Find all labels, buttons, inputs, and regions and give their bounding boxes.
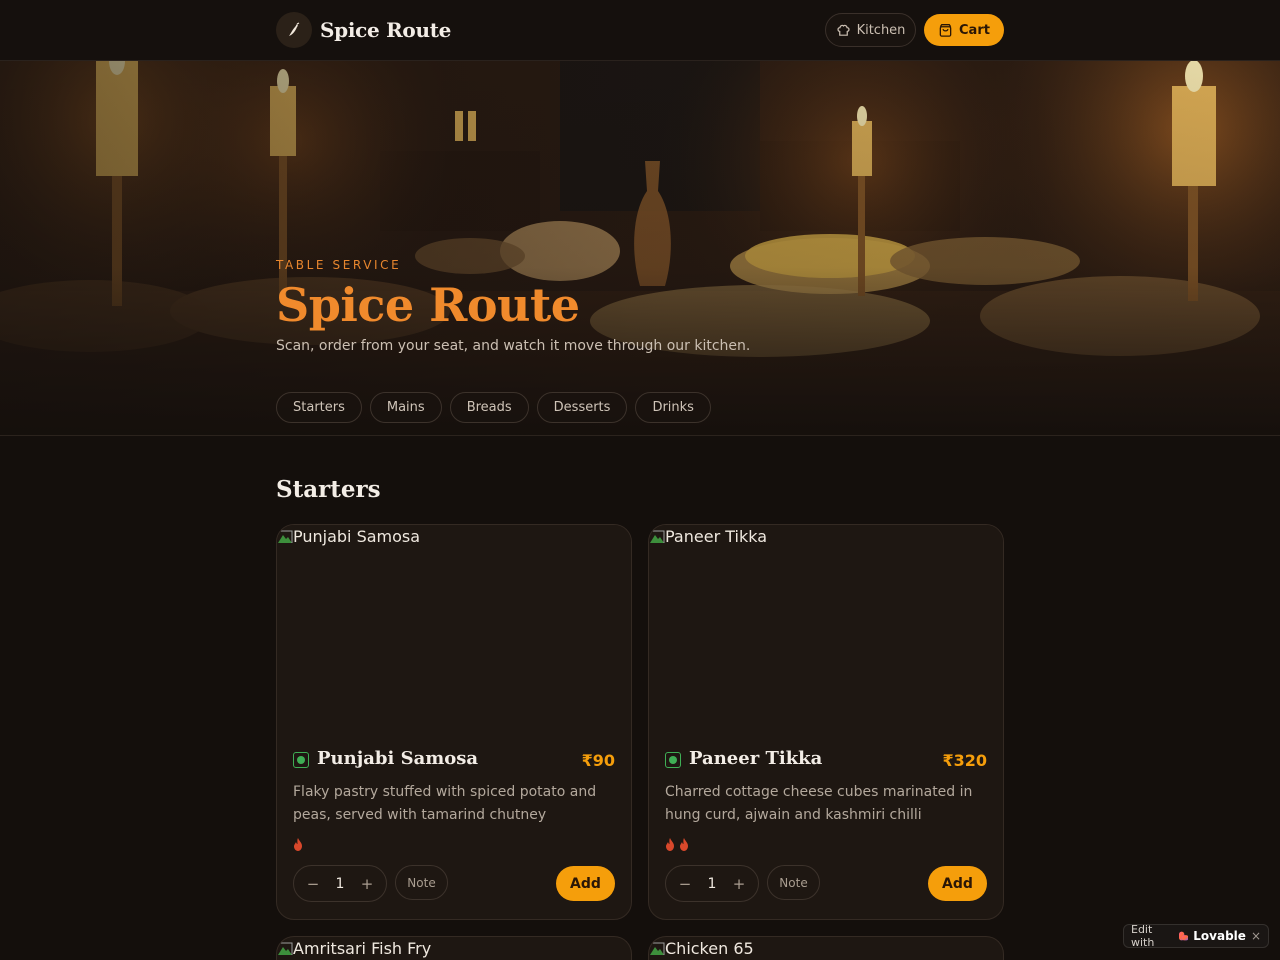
quantity-stepper: − 1 +: [665, 865, 759, 902]
lovable-brand: Lovable: [1193, 929, 1246, 943]
cart-label: Cart: [959, 22, 990, 38]
dish-price: ₹90: [581, 751, 615, 770]
flame-icon: [294, 838, 302, 851]
dish-image-alt: Paneer Tikka: [665, 527, 768, 546]
hero: TABLE SERVICE Spice Route Scan, order fr…: [0, 61, 1280, 436]
hero-subtitle: Scan, order from your seat, and watch it…: [276, 338, 751, 354]
dish-name: Punjabi Samosa: [317, 748, 479, 769]
section-title: Starters: [276, 476, 381, 503]
plus-icon[interactable]: +: [732, 875, 746, 893]
category-tab-desserts[interactable]: Desserts: [536, 392, 628, 423]
dish-description: Flaky pastry stuffed with spiced potato …: [293, 784, 597, 823]
dish-name: Paneer Tikka: [689, 748, 823, 769]
category-tab-starters[interactable]: Starters: [276, 392, 362, 423]
dish-card: Amritsari Fish Fry: [276, 936, 632, 960]
kitchen-button[interactable]: Kitchen: [825, 13, 916, 47]
dish-image: Punjabi Samosa: [277, 525, 631, 737]
hero-eyebrow: TABLE SERVICE: [276, 258, 402, 272]
hero-title: Spice Route: [276, 278, 580, 332]
edit-with-label: Edit with: [1131, 923, 1155, 949]
hero-background-image: [0, 61, 1280, 435]
spice-level: [293, 838, 303, 851]
quantity-stepper: − 1 +: [293, 865, 387, 902]
dish-image-alt: Amritsari Fish Fry: [293, 939, 432, 958]
kitchen-label: Kitchen: [856, 22, 906, 38]
dish-image: Paneer Tikka: [649, 525, 1003, 737]
shopping-bag-icon: [939, 23, 952, 37]
spice-level: [665, 838, 689, 851]
close-icon[interactable]: ×: [1251, 929, 1261, 943]
category-tab-mains[interactable]: Mains: [369, 392, 442, 423]
add-button[interactable]: Add: [556, 866, 615, 901]
cart-button[interactable]: Cart: [924, 14, 1004, 46]
note-button[interactable]: Note: [395, 865, 448, 900]
add-button[interactable]: Add: [928, 866, 987, 901]
category-tab-drinks[interactable]: Drinks: [635, 392, 711, 423]
flame-icon: [680, 838, 688, 851]
veg-indicator-icon: [293, 752, 309, 768]
broken-image-icon: [278, 530, 293, 543]
dish-card: Chicken 65: [648, 936, 1004, 960]
chef-hat-icon: [836, 24, 850, 36]
veg-indicator-icon: [665, 752, 681, 768]
lovable-heart-icon: [1178, 931, 1189, 941]
plus-icon[interactable]: +: [360, 875, 374, 893]
broken-image-icon: [650, 942, 665, 955]
quantity-value: 1: [335, 875, 345, 892]
flame-icon: [666, 838, 674, 851]
dish-card: Punjabi Samosa Punjabi Samosa ₹90 Flaky …: [276, 524, 632, 920]
minus-icon[interactable]: −: [306, 875, 320, 893]
note-button[interactable]: Note: [767, 865, 820, 900]
category-tabs: Starters Mains Breads Desserts Drinks: [276, 392, 711, 423]
dish-image-alt: Punjabi Samosa: [293, 527, 421, 546]
broken-image-icon: [650, 530, 665, 543]
brand-name: Spice Route: [320, 18, 452, 42]
dish-description: Charred cottage cheese cubes marinated i…: [665, 784, 973, 823]
category-tab-breads[interactable]: Breads: [449, 392, 529, 423]
broken-image-icon: [278, 942, 293, 955]
minus-icon[interactable]: −: [678, 875, 692, 893]
dish-card: Paneer Tikka Paneer Tikka ₹320 Charred c…: [648, 524, 1004, 920]
quantity-value: 1: [707, 875, 717, 892]
dish-price: ₹320: [942, 751, 987, 770]
dish-image-alt: Chicken 65: [665, 939, 754, 958]
brand[interactable]: Spice Route: [276, 12, 451, 48]
edit-with-lovable-badge[interactable]: Edit with Lovable ×: [1123, 923, 1269, 949]
chili-logo-icon: [276, 12, 312, 48]
top-nav: Spice Route Kitchen Cart: [0, 0, 1280, 61]
